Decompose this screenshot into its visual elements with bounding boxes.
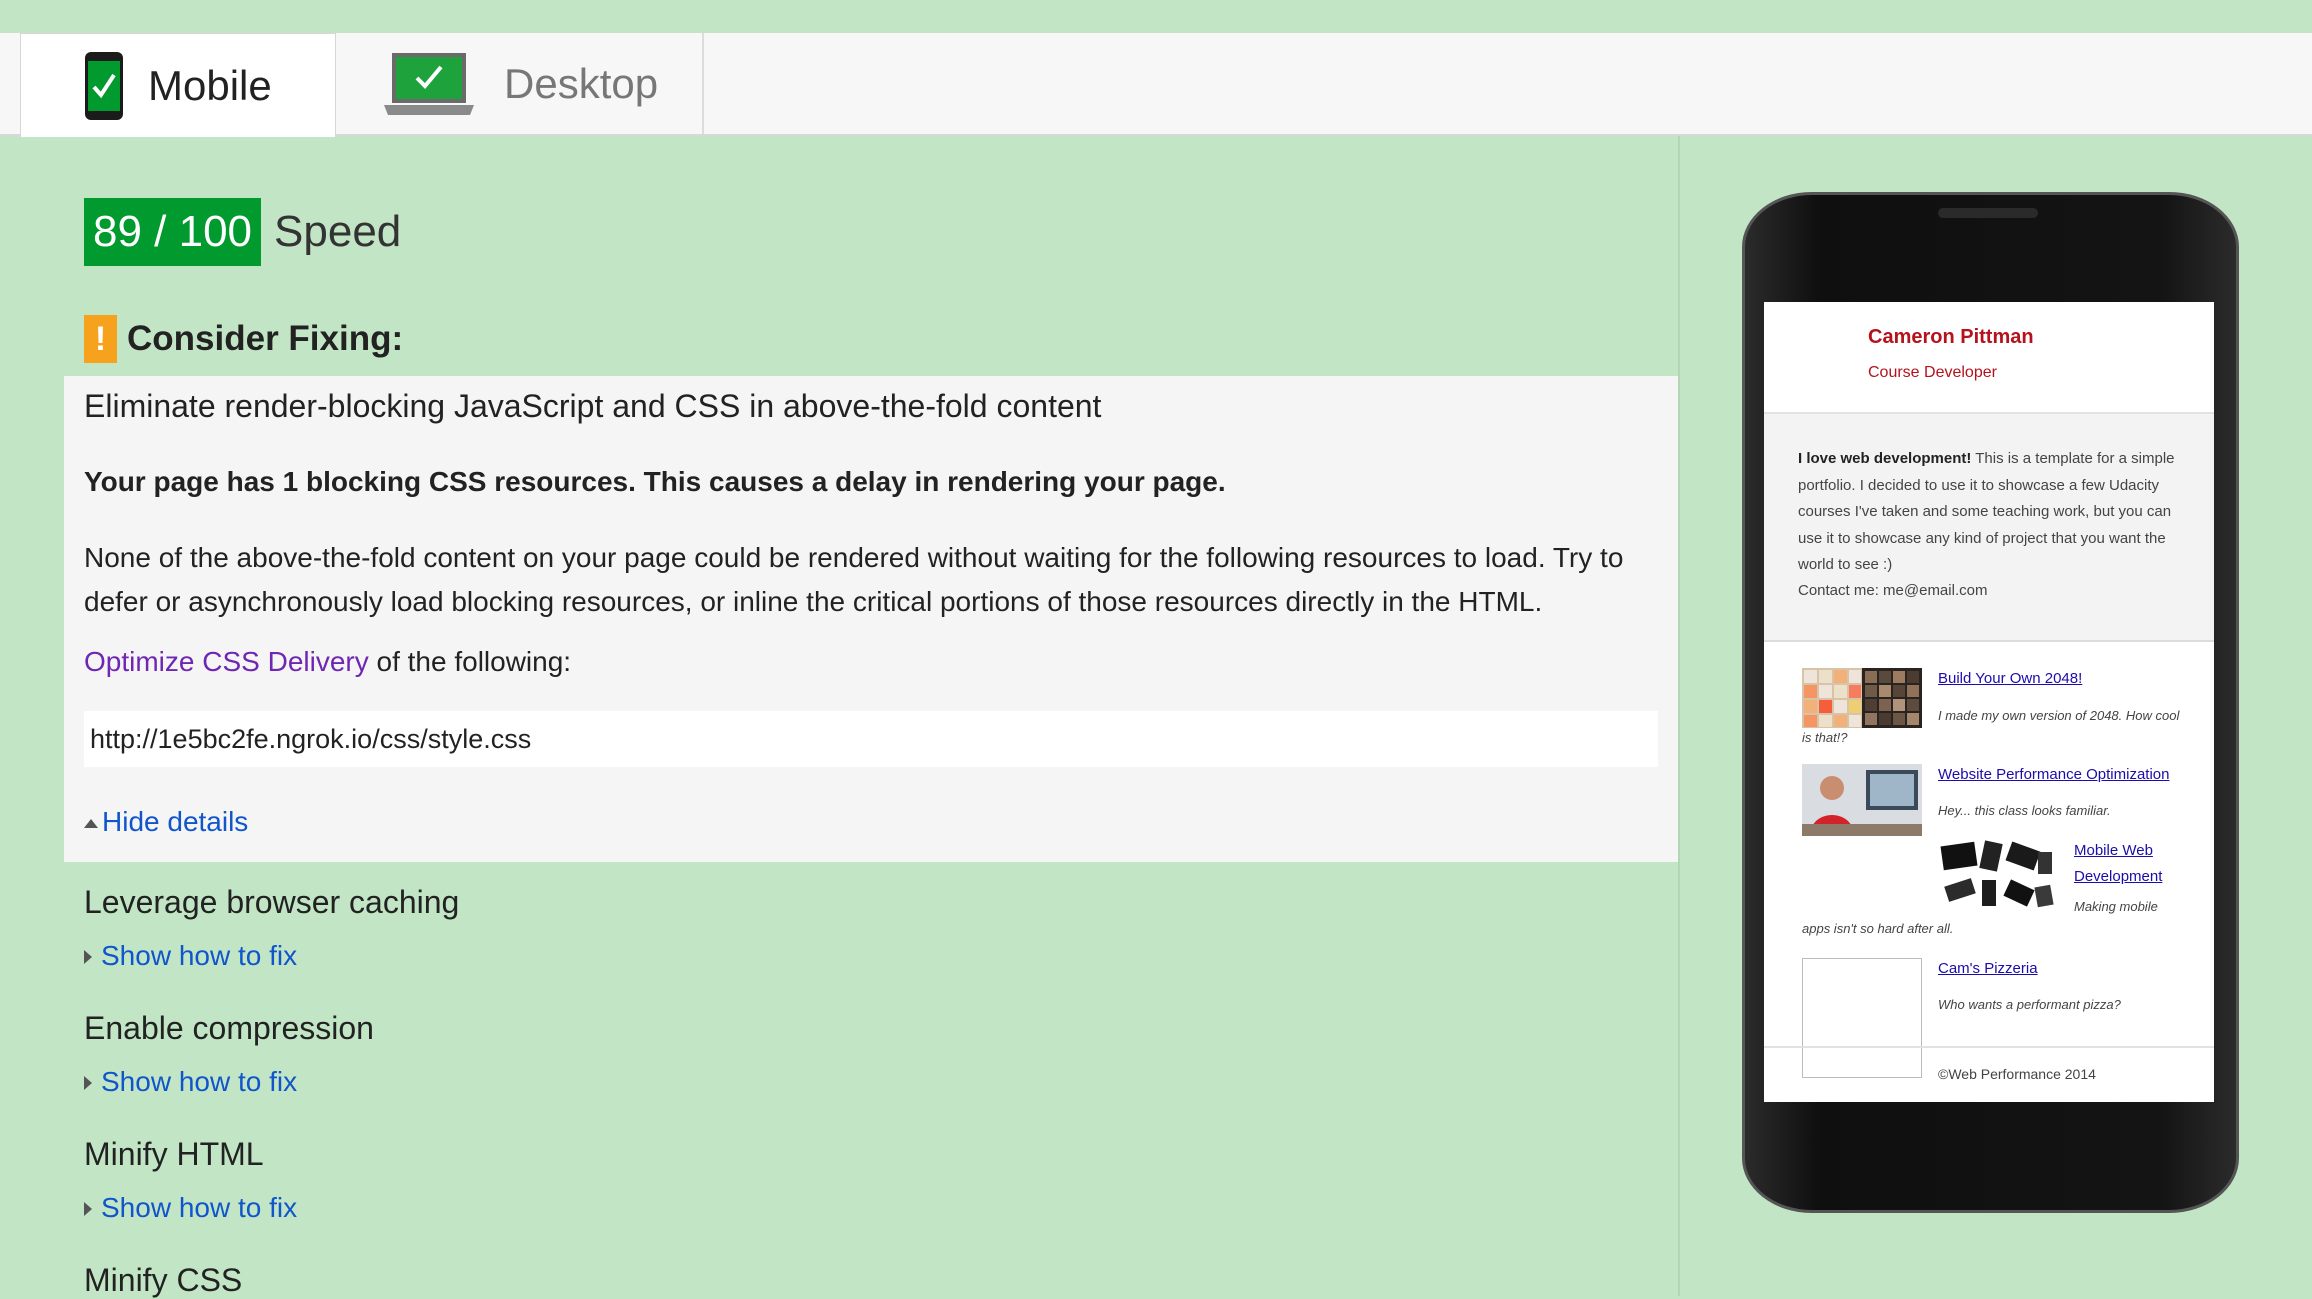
caret-right-icon — [84, 1202, 92, 1216]
show-how-to-fix-link[interactable]: Show how to fix — [84, 940, 297, 972]
project-caption-mobile-web: Making mobile apps isn't so hard after a… — [1802, 899, 2158, 936]
preview-contact: Contact me: me@email.com — [1798, 582, 1988, 599]
phone-speaker — [1938, 208, 2038, 218]
consider-fixing-title: Consider Fixing: — [127, 319, 404, 358]
caret-right-icon — [84, 950, 92, 964]
tab-desktop[interactable]: Desktop — [336, 33, 704, 134]
preview-about: I love web development! This is a templa… — [1764, 414, 2214, 642]
project-link-2048[interactable]: Build Your Own 2048! — [1938, 666, 2082, 692]
rule-title: Minify CSS — [84, 1262, 243, 1298]
preview-footer: ©Web Performance 2014 — [1938, 1066, 2096, 1082]
show-how-to-fix-link[interactable]: Show how to fix — [84, 1066, 297, 1098]
show-how-to-fix-link[interactable]: Show how to fix — [84, 1192, 297, 1224]
optimize-css-link[interactable]: Optimize CSS Delivery — [84, 646, 369, 677]
project-caption-performance: Hey... this class looks familiar. — [1938, 803, 2111, 818]
project-link-pizzeria[interactable]: Cam's Pizzeria — [1938, 956, 2038, 982]
rule-title: Enable compression — [84, 1010, 374, 1046]
preview-footer-divider — [1764, 1046, 2214, 1048]
phone-check-icon — [84, 51, 124, 121]
phone-screen-preview: Cameron Pittman Course Developer I love … — [1764, 302, 2214, 1102]
show-how-to-fix-label: Show how to fix — [101, 1066, 298, 1097]
consider-fixing-header: ! Consider Fixing: — [84, 315, 403, 363]
tab-desktop-label: Desktop — [504, 59, 659, 107]
rule-title: Leverage browser caching — [84, 884, 460, 920]
preview-name: Cameron Pittman — [1868, 326, 2034, 348]
preview-about-bold: I love web development! — [1798, 450, 1972, 467]
speed-score: 89 / 100 Speed — [84, 198, 401, 266]
preview-about-text: I love web development! This is a templa… — [1798, 446, 2190, 579]
caret-right-icon — [84, 1076, 92, 1090]
score-badge: 89 / 100 — [84, 198, 262, 266]
device-tab-bar: Mobile Desktop — [0, 33, 2312, 137]
expanded-rule-details: Eliminate render-blocking JavaScript and… — [64, 376, 1678, 862]
rule-title: Minify HTML — [84, 1136, 264, 1172]
project-link-mobile-web[interactable]: Mobile Web Development — [2074, 838, 2184, 890]
rule-summary: Your page has 1 blocking CSS resources. … — [84, 466, 1226, 497]
thumbnail-pizzeria-image — [1802, 958, 1922, 1078]
thumbnail-performance-image — [1802, 764, 1922, 836]
resource-url: http://1e5bc2fe.ngrok.io/css/style.css — [84, 711, 1658, 767]
optimize-line: Optimize CSS Delivery of the following: — [84, 646, 571, 678]
results-panel: 89 / 100 Speed ! Consider Fixing: Elimin… — [0, 136, 1678, 1298]
rule-title: Eliminate render-blocking JavaScript and… — [84, 388, 1102, 424]
optimize-suffix: of the following: — [368, 646, 572, 677]
rule-description: None of the above-the-fold content on yo… — [84, 542, 1624, 617]
project-caption-pizzeria: Who wants a performant pizza? — [1938, 997, 2121, 1012]
hide-details-link[interactable]: Hide details — [84, 806, 248, 838]
panel-divider — [1678, 136, 1680, 1296]
score-label: Speed — [274, 207, 402, 256]
preview-about-body: This is a template for a simple portfoli… — [1798, 450, 2175, 573]
project-link-performance[interactable]: Website Performance Optimization — [1938, 762, 2169, 788]
laptop-check-icon — [382, 51, 476, 117]
preview-role: Course Developer — [1868, 364, 1997, 381]
warning-icon: ! — [84, 315, 117, 363]
show-how-to-fix-label: Show how to fix — [101, 1192, 298, 1223]
show-how-to-fix-label: Show how to fix — [101, 940, 298, 971]
caret-up-icon — [84, 818, 98, 828]
hide-details-label: Hide details — [102, 806, 249, 837]
preview-header: Cameron Pittman Course Developer — [1764, 302, 2214, 414]
project-caption-2048: I made my own version of 2048. How cool … — [1802, 708, 2180, 745]
tab-mobile[interactable]: Mobile — [20, 33, 336, 137]
tab-mobile-label: Mobile — [148, 61, 272, 109]
